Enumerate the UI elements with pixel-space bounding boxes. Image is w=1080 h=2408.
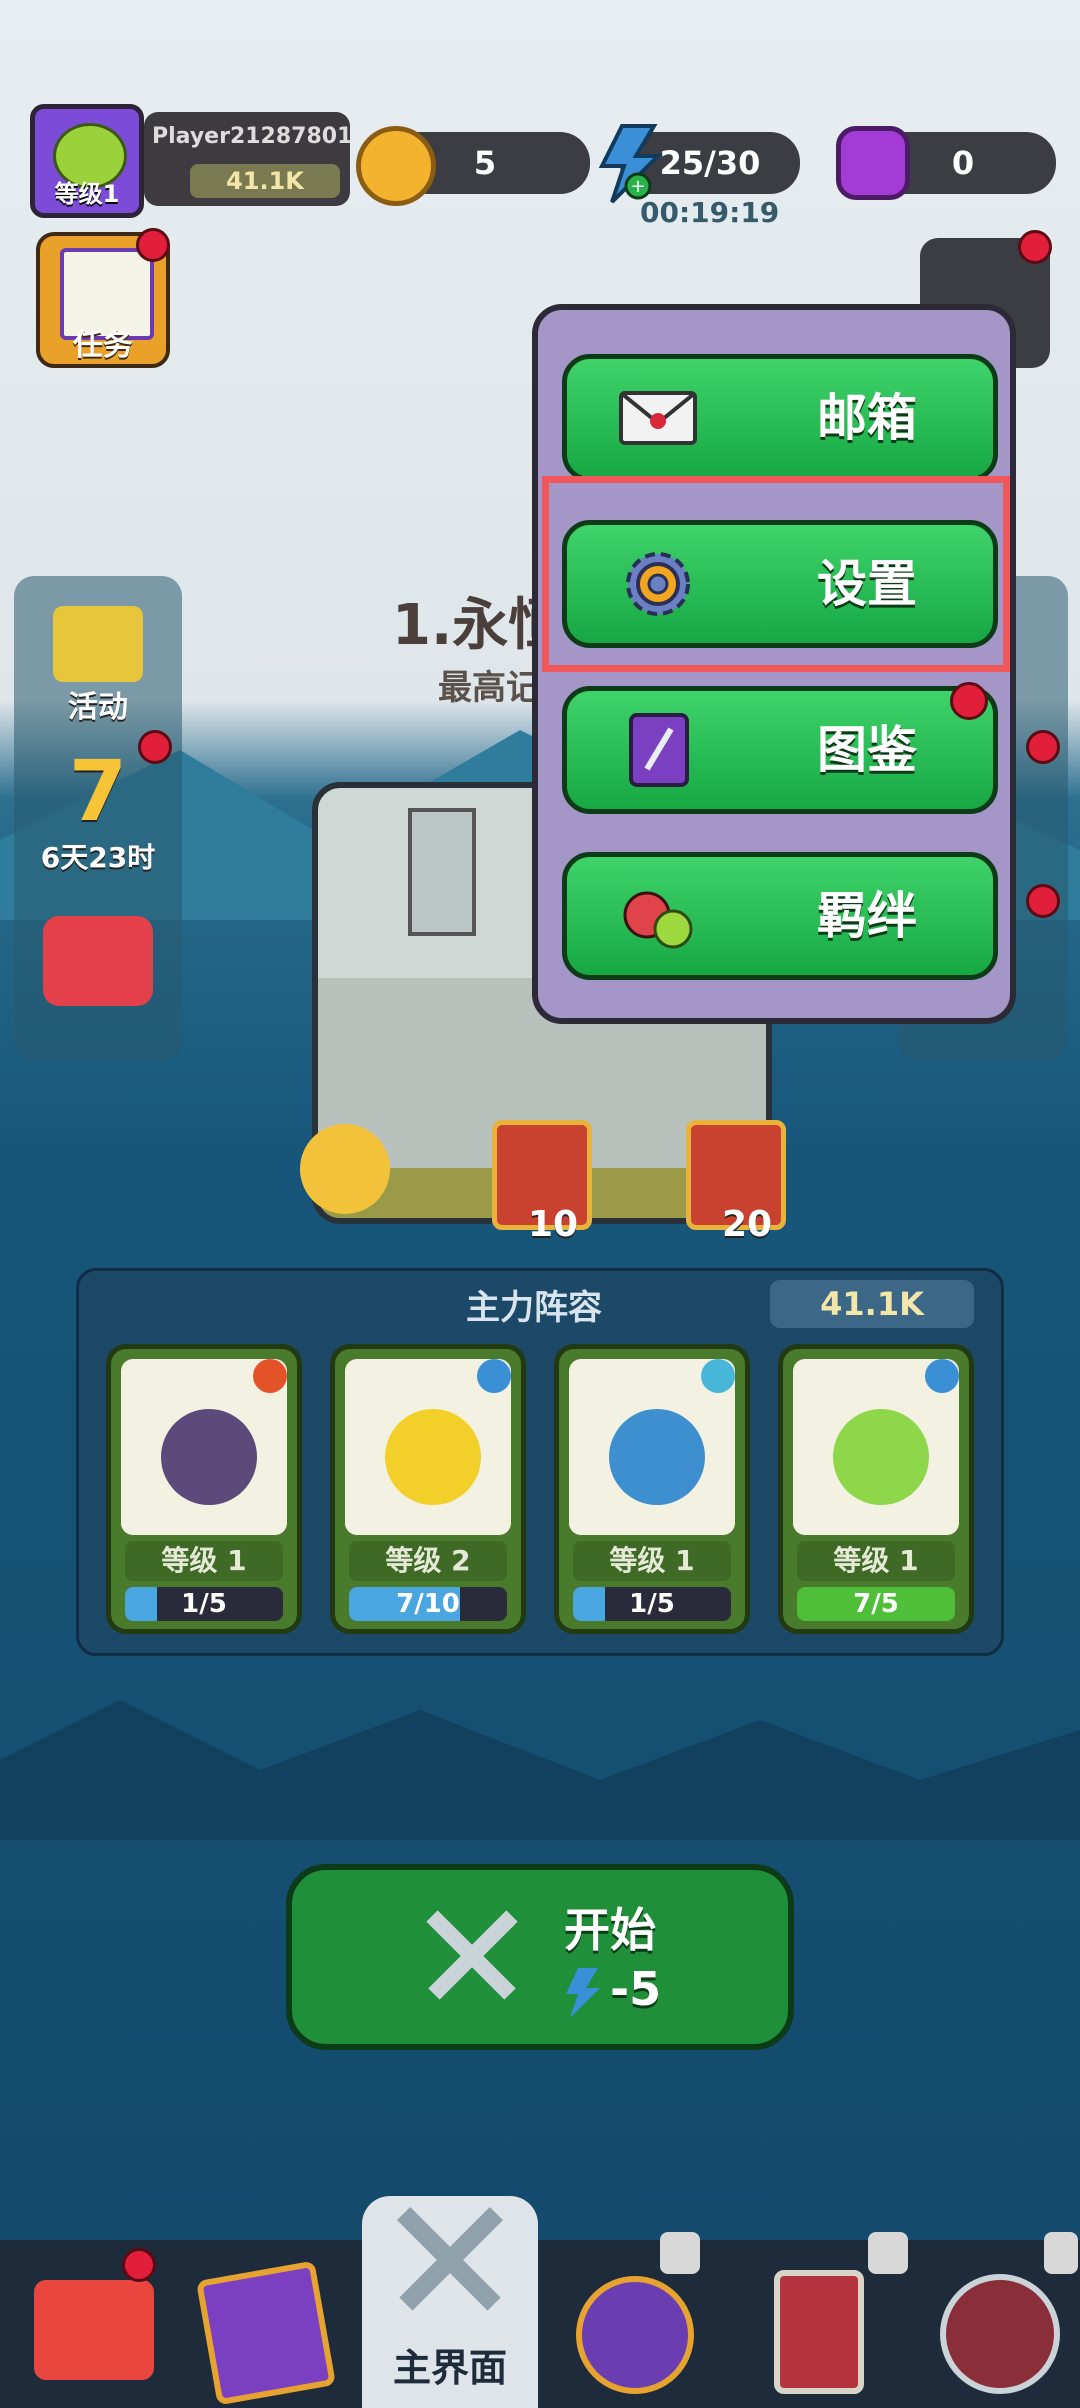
main-tab[interactable]: 主界面: [362, 2196, 538, 2408]
settings-highlight: [542, 476, 1010, 672]
day-night-icon: [300, 1124, 390, 1214]
start-button[interactable]: 开始 -5: [286, 1864, 794, 2050]
event-button[interactable]: 活动: [26, 606, 170, 726]
video-camera-icon: [43, 916, 153, 1006]
lineup-power: 41.1K: [770, 1280, 974, 1328]
event-label: 活动: [68, 690, 128, 725]
lock-icon: [1044, 2232, 1078, 2274]
hero-card[interactable]: 等级 1 1/5: [106, 1344, 302, 1634]
notification-dot: [1026, 730, 1060, 764]
element-icon: [925, 1359, 959, 1393]
crossed-swords-icon: [426, 1910, 518, 2000]
shard-progress: 1/5: [573, 1587, 731, 1621]
chest-threshold: 20: [722, 1204, 773, 1245]
codex-label: 图鉴: [817, 721, 917, 779]
player-power: 41.1K: [190, 164, 340, 198]
energy-bolt-icon[interactable]: +: [592, 124, 664, 204]
book-icon: [629, 713, 689, 787]
notification-dot: [136, 228, 170, 262]
creature-icon: [385, 1409, 481, 1505]
countdown-label: 6天23时: [40, 841, 156, 874]
shop-icon: [34, 2280, 154, 2380]
crown-coin-icon: [356, 126, 436, 206]
shield-icon: [940, 2274, 1060, 2394]
creature-icon: [609, 1409, 705, 1505]
chest-threshold: 10: [528, 1204, 579, 1245]
fist-icon: [576, 2276, 694, 2394]
notification-dot: [1018, 230, 1052, 264]
player-name: Player21287801: [152, 124, 353, 149]
notification-dot: [138, 730, 172, 764]
element-icon: [701, 1359, 735, 1393]
shard-count: 1/5: [181, 1589, 227, 1619]
start-label: 开始: [564, 1903, 656, 1957]
lock-icon: [660, 2232, 700, 2274]
element-icon: [253, 1359, 287, 1393]
notification-dot: [1026, 884, 1060, 918]
mailbox-label: 邮箱: [817, 389, 917, 447]
tower-icon: [408, 808, 476, 936]
left-side-panel: 活动 7 6天23时: [14, 576, 182, 1060]
bond-label: 羁绊: [817, 887, 917, 945]
energy-timer: 00:19:19: [640, 196, 780, 229]
shard-count: 7/10: [396, 1589, 460, 1619]
card-collection-icon: [195, 2260, 337, 2406]
shard-progress: 1/5: [125, 1587, 283, 1621]
notification-dot: [122, 2248, 156, 2282]
lineup-title: 主力阵容: [466, 1288, 602, 1328]
bond-button[interactable]: 羁绊: [562, 852, 998, 980]
envelope-icon: [619, 391, 697, 445]
quest-label: 任务: [73, 328, 133, 363]
seven-day-button[interactable]: 7 6天23时: [26, 746, 170, 876]
crossed-swords-icon: [397, 2207, 503, 2311]
hero-level: 等级 1: [573, 1541, 731, 1581]
hero-card[interactable]: 等级 1 1/5: [554, 1344, 750, 1634]
stage-subtitle: 最高记: [438, 668, 540, 708]
element-icon: [477, 1359, 511, 1393]
main-tab-label: 主界面: [392, 2346, 507, 2390]
creature-icon: [833, 1409, 929, 1505]
cards-tab[interactable]: [195, 2250, 346, 2406]
hero-card[interactable]: 等级 2 7/10: [330, 1344, 526, 1634]
hero-level: 等级 2: [349, 1541, 507, 1581]
tent-icon: [53, 606, 143, 682]
player-level: 等级1: [54, 180, 120, 208]
mailbox-button[interactable]: 邮箱: [562, 354, 998, 482]
notification-dot: [950, 682, 988, 720]
creature-icon: [161, 1409, 257, 1505]
codex-button[interactable]: 图鉴: [562, 686, 998, 814]
lock-icon: [868, 2232, 908, 2274]
energy-bolt-icon: [566, 1968, 600, 2018]
svg-text:+: +: [630, 176, 645, 197]
hero-level: 等级 1: [125, 1541, 283, 1581]
hero-level: 等级 1: [797, 1541, 955, 1581]
player-avatar[interactable]: 等级1: [30, 104, 144, 218]
player-info[interactable]: Player21287801 41.1K: [144, 112, 353, 206]
shard-progress: 7/5: [797, 1587, 955, 1621]
shard-progress: 7/10: [349, 1587, 507, 1621]
video-ad-button[interactable]: [26, 916, 170, 1016]
shard-count: 1/5: [629, 1589, 675, 1619]
gem-icon: [836, 126, 910, 200]
throne-icon: [774, 2270, 864, 2394]
shard-count: 7/5: [853, 1589, 899, 1619]
hero-card[interactable]: 等级 1 7/5: [778, 1344, 974, 1634]
lower-hills: [0, 1700, 1080, 1840]
bond-icon: [623, 891, 693, 949]
energy-cost: -5: [610, 1962, 662, 2016]
